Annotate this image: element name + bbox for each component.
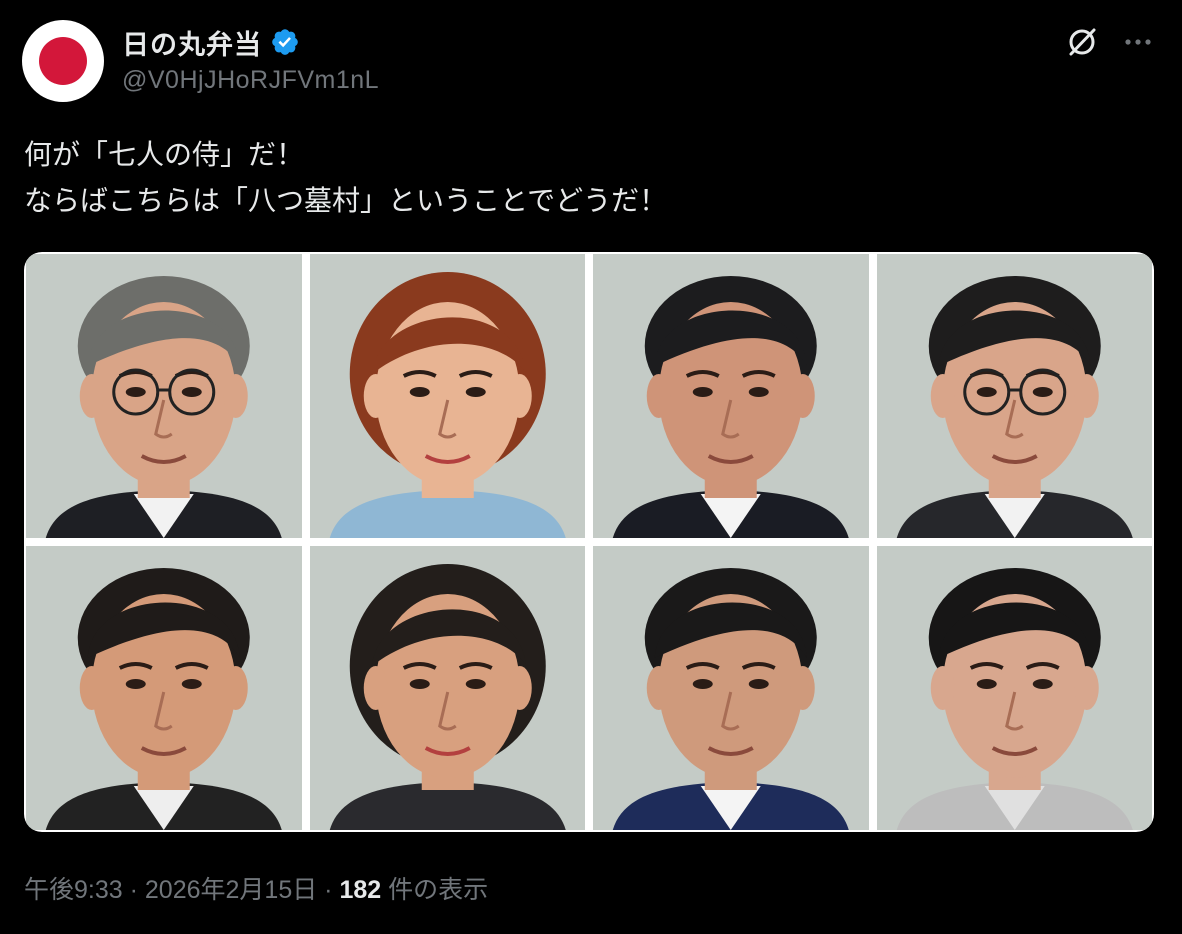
views-label: 件の表示 — [381, 876, 489, 904]
grok-icon — [1069, 28, 1096, 56]
post-text-line: 何が「七人の侍」だ！ — [24, 138, 305, 171]
grok-button[interactable] — [1062, 22, 1102, 62]
portrait-illustration — [26, 546, 302, 830]
portrait-illustration — [876, 546, 1152, 830]
portrait-photo[interactable] — [26, 254, 302, 538]
portrait-illustration — [309, 546, 585, 830]
tweet: 日の丸弁当 @V0HjJHoRJFVm1nL 何が「七人の侍」だ！ ならばこちら… — [0, 0, 1182, 934]
post-meta: 午後9:33 · 2026年2月15日 · 182 件の表示 — [24, 870, 488, 906]
rising-sun-icon — [39, 37, 87, 85]
portrait-photo[interactable] — [593, 254, 869, 538]
portrait-photo[interactable] — [309, 254, 585, 538]
author-name-row: 日の丸弁当 — [122, 23, 300, 62]
verified-badge-icon[interactable] — [270, 27, 300, 57]
portrait-photo[interactable] — [876, 546, 1152, 830]
meta-separator: · — [122, 876, 145, 904]
meta-separator: · — [317, 876, 340, 904]
portrait-photo[interactable] — [26, 546, 302, 830]
photo-grid — [26, 254, 1152, 830]
portrait-illustration — [593, 254, 869, 538]
author-avatar[interactable] — [22, 20, 104, 102]
views-count: 182 — [339, 876, 382, 904]
post-text-line: ならばこちらは「八つ墓村」ということでどうだ！ — [24, 184, 668, 217]
portrait-photo[interactable] — [593, 546, 869, 830]
more-options-button[interactable] — [1118, 22, 1158, 62]
author-handle[interactable]: @V0HjJHoRJFVm1nL — [122, 66, 379, 95]
portrait-illustration — [26, 254, 302, 538]
post-time[interactable]: 午後9:33 — [24, 870, 123, 906]
post-text: 何が「七人の侍」だ！ ならばこちらは「八つ墓村」ということでどうだ！ — [24, 132, 1144, 224]
portrait-illustration — [309, 254, 585, 538]
media-container[interactable] — [24, 252, 1154, 832]
portrait-illustration — [876, 254, 1152, 538]
post-date[interactable]: 2026年2月15日 — [145, 870, 317, 906]
more-horizontal-icon — [1125, 39, 1151, 45]
portrait-illustration — [593, 546, 869, 830]
portrait-photo[interactable] — [876, 254, 1152, 538]
author-display-name[interactable]: 日の丸弁当 — [122, 23, 262, 62]
portrait-photo[interactable] — [309, 546, 585, 830]
